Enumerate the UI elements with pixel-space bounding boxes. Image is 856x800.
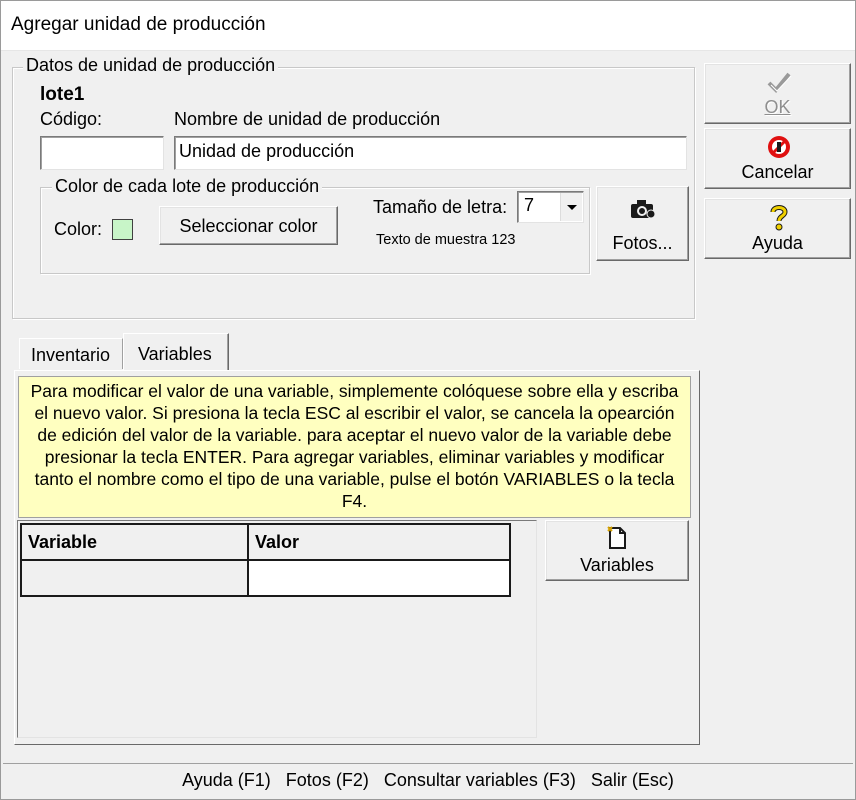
column-header-valor[interactable]: Valor	[247, 523, 511, 561]
select-color-button[interactable]: Seleccionar color	[159, 206, 338, 245]
table-cell-variable[interactable]	[20, 559, 249, 597]
dialog-window: Agregar unidad de producción Datos de un…	[0, 0, 856, 800]
cancel-button-label: Cancelar	[741, 162, 814, 182]
variables-table: Variable Valor	[20, 523, 511, 597]
table-cell-valor[interactable]	[247, 559, 511, 597]
info-message: Para modificar el valor de una variable,…	[18, 376, 691, 518]
cancel-button[interactable]: Cancelar	[704, 128, 851, 189]
document-new-icon	[606, 526, 628, 555]
chevron-down-icon[interactable]	[560, 193, 582, 221]
fotos-button[interactable]: Fotos...	[596, 186, 689, 261]
codigo-label: Código:	[40, 109, 103, 129]
lote-name: lote1	[40, 84, 85, 105]
nombre-label: Nombre de unidad de producción	[174, 109, 441, 129]
color-group-legend: Color de cada lote de producción	[52, 176, 323, 197]
sample-text: Texto de muestra 123	[376, 232, 516, 248]
fotos-button-label: Fotos...	[612, 233, 673, 253]
color-label: Color:	[54, 219, 103, 239]
status-bar-text: Ayuda (F1) Fotos (F2) Consultar variable…	[182, 770, 674, 790]
datos-group-legend: Datos de unidad de producción	[23, 55, 279, 76]
title-bar[interactable]: Agregar unidad de producción	[1, 1, 855, 51]
help-icon	[768, 203, 790, 236]
status-bar: Ayuda (F1) Fotos (F2) Consultar variable…	[3, 763, 853, 797]
font-size-select[interactable]: 7	[517, 191, 584, 223]
help-button[interactable]: Ayuda	[704, 198, 851, 259]
font-size-label: Tamaño de letra:	[373, 197, 508, 217]
table-row[interactable]	[20, 559, 511, 597]
codigo-input[interactable]	[40, 136, 164, 170]
nombre-input[interactable]: Unidad de producción	[174, 136, 687, 170]
tab-inventario-label: Inventario	[31, 345, 111, 365]
window-title: Agregar unidad de producción	[11, 14, 266, 35]
tab-inventario[interactable]: Inventario	[19, 338, 123, 369]
color-swatch	[112, 219, 133, 240]
cancel-icon	[766, 134, 792, 165]
ok-button[interactable]: OK	[704, 63, 851, 124]
tab-variables[interactable]: Variables	[123, 333, 229, 371]
help-button-label: Ayuda	[752, 233, 803, 253]
column-header-variable[interactable]: Variable	[20, 523, 249, 561]
variables-button-label: Variables	[580, 555, 654, 575]
ok-button-label: OK	[705, 97, 850, 118]
variables-button[interactable]: Variables	[545, 520, 689, 581]
font-size-value: 7	[524, 195, 535, 215]
ok-button-text: OK	[764, 97, 791, 117]
select-color-button-label: Seleccionar color	[179, 216, 318, 236]
variables-grid[interactable]: Variable Valor	[17, 520, 537, 738]
camera-icon	[628, 197, 658, 226]
check-icon	[766, 70, 792, 99]
tab-variables-label: Variables	[138, 344, 212, 364]
